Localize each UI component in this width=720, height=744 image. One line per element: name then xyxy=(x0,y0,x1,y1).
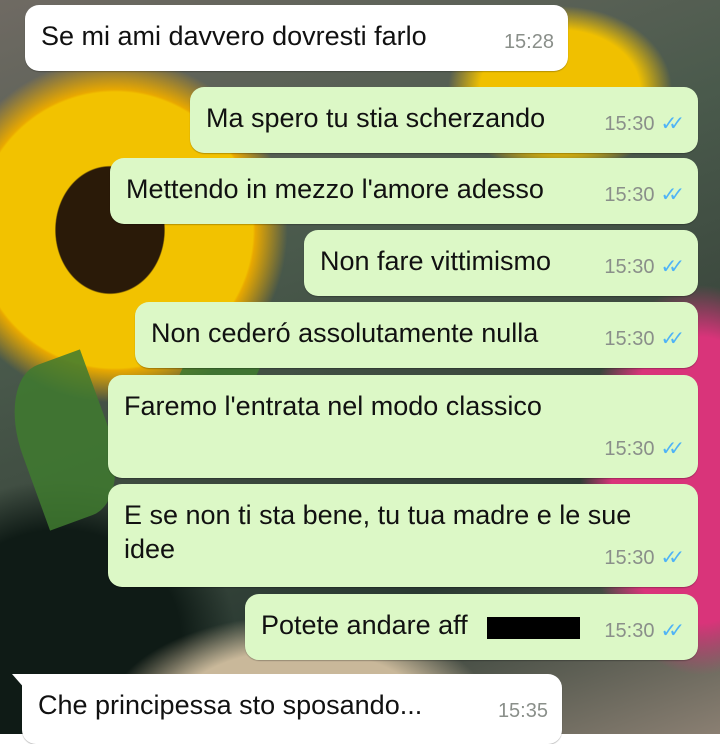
message-time: 15:30 xyxy=(604,438,655,460)
double-check-icon: ✓✓ xyxy=(660,328,684,350)
message-bubble-outgoing[interactable]: Faremo l'entrata nel modo classico 15:30… xyxy=(108,375,698,478)
message-time: 15:30 xyxy=(604,113,655,135)
double-check-icon: ✓✓ xyxy=(660,184,684,206)
message-meta: 15:30 ✓✓ xyxy=(604,322,684,356)
message-text: E se non ti sta bene, tu tua madre e le … xyxy=(124,500,632,564)
double-check-icon: ✓✓ xyxy=(660,113,684,135)
message-text: Che principessa sto sposando... xyxy=(38,690,423,720)
message-meta: 15:28 xyxy=(504,25,554,59)
double-check-icon: ✓✓ xyxy=(660,547,684,569)
message-text: Mettendo in mezzo l'amore adesso xyxy=(126,174,544,204)
message-meta: 15:30 ✓✓ xyxy=(604,178,684,212)
double-check-icon: ✓✓ xyxy=(660,438,684,460)
message-time: 15:30 xyxy=(604,184,655,206)
message-time: 15:35 xyxy=(497,700,548,722)
bubble-tail xyxy=(12,674,26,690)
redaction-bar xyxy=(487,617,580,639)
message-bubble-outgoing[interactable]: Non cederó assolutamente nulla 15:30 ✓✓ xyxy=(135,302,698,368)
message-bubble-outgoing[interactable]: E se non ti sta bene, tu tua madre e le … xyxy=(108,484,698,587)
message-time: 15:28 xyxy=(503,31,554,53)
message-text: Faremo l'entrata nel modo classico xyxy=(124,391,542,421)
message-text: Non fare vittimismo xyxy=(320,246,552,276)
message-bubble-incoming[interactable]: Se mi ami davvero dovresti farlo 15:28 xyxy=(25,5,568,71)
message-text: Potete andare aff xyxy=(261,610,468,640)
message-meta: 15:30 ✓✓ xyxy=(604,107,684,141)
message-bubble-outgoing[interactable]: Mettendo in mezzo l'amore adesso 15:30 ✓… xyxy=(110,158,698,224)
message-time: 15:30 xyxy=(604,620,655,642)
message-meta: 15:30 ✓✓ xyxy=(604,250,684,284)
message-bubble-outgoing[interactable]: Potete andare aff 15:30 ✓✓ xyxy=(245,594,698,660)
message-meta: 15:30 ✓✓ xyxy=(604,541,684,575)
message-bubble-outgoing[interactable]: Ma spero tu stia scherzando 15:30 ✓✓ xyxy=(190,87,698,153)
message-text: Non cederó assolutamente nulla xyxy=(151,318,539,348)
message-bubble-outgoing[interactable]: Non fare vittimismo 15:30 ✓✓ xyxy=(304,230,698,296)
message-meta: 15:35 xyxy=(498,694,548,728)
message-text: Ma spero tu stia scherzando xyxy=(206,103,546,133)
message-time: 15:30 xyxy=(604,256,655,278)
message-time: 15:30 xyxy=(604,328,655,350)
message-time: 15:30 xyxy=(604,547,655,569)
double-check-icon: ✓✓ xyxy=(660,620,684,642)
double-check-icon: ✓✓ xyxy=(660,256,684,278)
message-meta: 15:30 ✓✓ xyxy=(604,614,684,648)
message-meta: 15:30 ✓✓ xyxy=(604,432,684,466)
message-text: Se mi ami davvero dovresti farlo xyxy=(41,21,427,51)
